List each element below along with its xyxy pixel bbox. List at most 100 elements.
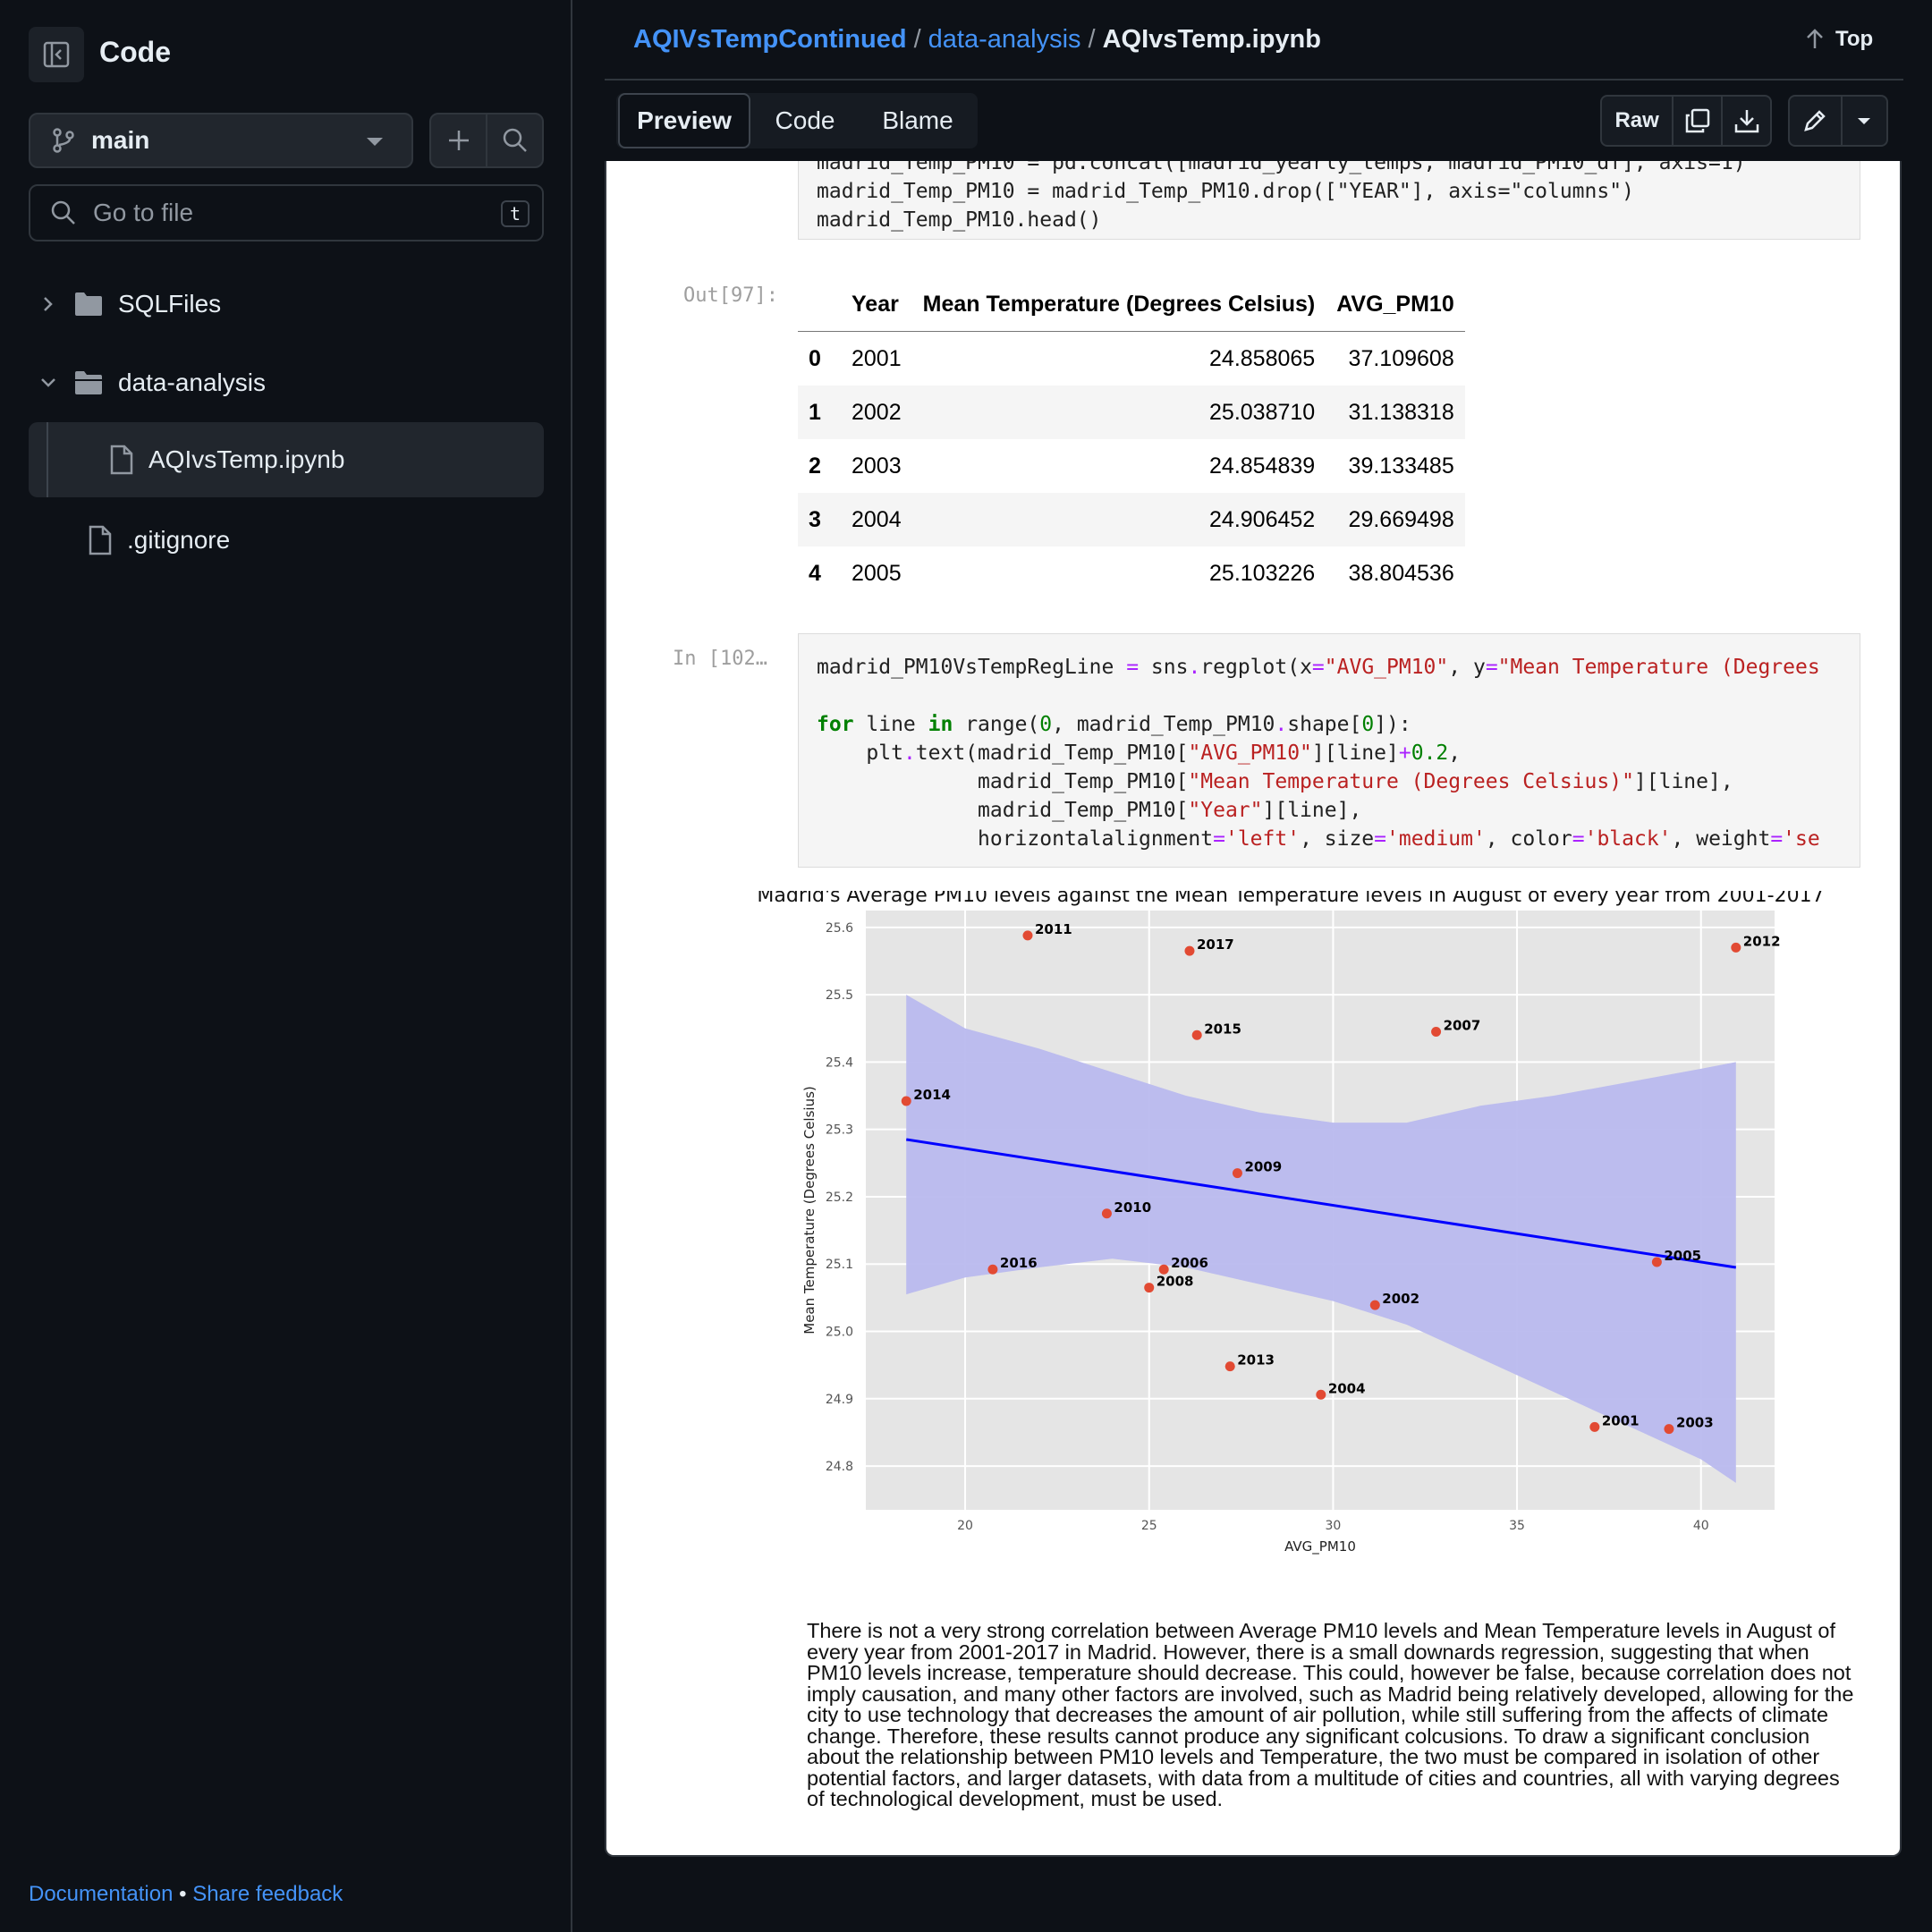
point-label: 2002 <box>1382 1291 1419 1307</box>
download-button[interactable] <box>1721 97 1770 145</box>
tree-folder-sqlfiles[interactable]: SQLFiles <box>29 267 544 342</box>
tree-folder-data-analysis[interactable]: data-analysis <box>29 345 544 420</box>
table-row: 3 2004 24.906452 29.669498 <box>798 493 1465 547</box>
breadcrumb-folder-link[interactable]: data-analysis <box>928 25 1081 54</box>
more-edit-options-button[interactable] <box>1840 97 1886 145</box>
tree-item-label: data-analysis <box>118 369 266 396</box>
code-token: = <box>1572 827 1585 851</box>
code-token: shape[ <box>1287 713 1362 736</box>
table-cell: 38.804536 <box>1348 560 1454 586</box>
code-token: madrid_Temp_PM10[ <box>817 799 1189 822</box>
git-branch-icon <box>53 128 74 153</box>
table-cell: 24.854839 <box>1209 453 1316 479</box>
tree-file-aqivstemp[interactable]: AQIvsTemp.ipynb <box>29 422 544 497</box>
edit-file-button[interactable] <box>1790 97 1841 145</box>
table-cell: 25.103226 <box>1209 560 1316 586</box>
raw-button[interactable]: Raw <box>1602 97 1672 145</box>
code-token: horizontalalignment <box>817 827 1214 851</box>
code-line: madrid_PM10VsTempRegLine = sns.regplot(x… <box>817 656 1820 679</box>
table-cell-index: 0 <box>809 345 821 371</box>
breadcrumb: AQIVsTempContinued / data-analysis / AQIvsTe… <box>633 25 1321 55</box>
data-point <box>987 1264 998 1275</box>
breadcrumb-separator: / <box>913 25 921 54</box>
pencil-icon <box>1804 110 1826 131</box>
x-axis-label: AVG_PM10 <box>1284 1538 1356 1555</box>
file-icon <box>110 445 133 475</box>
branch-selector[interactable]: main <box>29 113 413 168</box>
point-label: 2005 <box>1664 1248 1701 1264</box>
data-point <box>1224 1361 1235 1372</box>
copy-raw-button[interactable] <box>1672 97 1721 145</box>
data-point <box>1232 1168 1242 1179</box>
table-row: 0 2001 24.858065 37.109608 <box>798 332 1465 386</box>
y-tick-label: 25.1 <box>826 1258 853 1272</box>
y-tick-label: 25.2 <box>826 1191 853 1205</box>
chart-title: Madrid's Average PM10 levels against the… <box>757 891 1824 907</box>
x-tick-label: 20 <box>957 1519 973 1533</box>
code-token: = <box>1770 827 1784 851</box>
code-line: for line in range(0, madrid_Temp_PM10.sh… <box>817 713 1411 736</box>
share-feedback-link[interactable]: Share feedback <box>192 1882 343 1906</box>
data-point <box>1144 1283 1155 1293</box>
edit-actions <box>1788 95 1888 147</box>
code-token: + <box>1398 741 1411 765</box>
code-token: in <box>928 713 953 736</box>
code-token: 'black' <box>1584 827 1672 851</box>
table-cell: 2002 <box>841 386 912 439</box>
arrow-up-icon <box>1807 29 1823 48</box>
tab-preview[interactable]: Preview <box>618 93 750 148</box>
search-icon <box>51 200 75 225</box>
table-cell: 2005 <box>852 560 902 586</box>
code-token: , y <box>1448 656 1486 679</box>
y-tick-label: 25.4 <box>826 1055 853 1070</box>
branch-name: main <box>91 126 150 154</box>
sidebar-collapse-icon <box>43 41 70 68</box>
code-token: sns <box>1139 656 1189 679</box>
data-point <box>1022 930 1033 941</box>
code-token: "AVG_PM10" <box>1324 656 1449 679</box>
code-token: , size <box>1300 827 1375 851</box>
point-label: 2004 <box>1328 1380 1366 1396</box>
data-point <box>1664 1424 1674 1435</box>
tab-blame[interactable]: Blame <box>860 93 976 148</box>
code-token: range( <box>953 713 1040 736</box>
table-cell: 24.858065 <box>1209 345 1316 371</box>
table-row: 1 2002 25.038710 31.138318 <box>798 386 1465 439</box>
y-tick-label: 25.6 <box>826 921 853 936</box>
collapse-sidebar-button[interactable] <box>29 27 84 82</box>
code-token: . <box>902 741 916 765</box>
code-line: horizontalalignment='left', size='medium… <box>817 827 1820 851</box>
file-icon <box>89 525 112 555</box>
code-token: text(madrid_Temp_PM10[ <box>915 741 1189 765</box>
folder-icon <box>75 292 102 316</box>
point-label: 2009 <box>1244 1159 1282 1175</box>
add-file-button[interactable] <box>431 114 486 166</box>
point-label: 2012 <box>1743 933 1781 949</box>
code-token: = <box>1213 827 1225 851</box>
code-token: = <box>1374 827 1387 851</box>
data-point <box>1431 1027 1442 1038</box>
shortcut-key: t <box>501 200 530 227</box>
tree-file-gitignore[interactable]: .gitignore <box>29 503 544 578</box>
code-line: plt.text(madrid_Temp_PM10["AVG_PM10"][li… <box>817 741 1461 765</box>
code-line: madrid_Temp_PM10["Mean Temperature (Degr… <box>817 770 1733 793</box>
data-point <box>1651 1257 1662 1267</box>
documentation-link[interactable]: Documentation <box>29 1882 173 1906</box>
breadcrumb-repo-link[interactable]: AQIVsTempContinued <box>633 25 907 54</box>
tree-indent-guide <box>47 422 48 497</box>
copy-icon <box>1685 108 1709 133</box>
search-repo-button[interactable] <box>486 114 542 166</box>
code-token: = <box>1311 656 1325 679</box>
table-cell: 2001 <box>852 345 902 371</box>
breadcrumb-current-file: AQIvsTemp.ipynb <box>1102 25 1321 54</box>
data-point <box>1369 1300 1380 1310</box>
back-to-top-button[interactable]: Top <box>1803 27 1873 52</box>
table-header-row: Year Mean Temperature (Degrees Celsius) … <box>798 277 1465 332</box>
table-cell: 37.109608 <box>1348 345 1454 371</box>
data-point <box>1731 942 1741 953</box>
go-to-file-input[interactable]: Go to file t <box>29 184 544 242</box>
code-token: regplot(x <box>1200 656 1312 679</box>
tab-code[interactable]: Code <box>750 93 860 148</box>
footer-separator: • <box>179 1882 187 1906</box>
tree-item-label: AQIvsTemp.ipynb <box>148 445 345 473</box>
